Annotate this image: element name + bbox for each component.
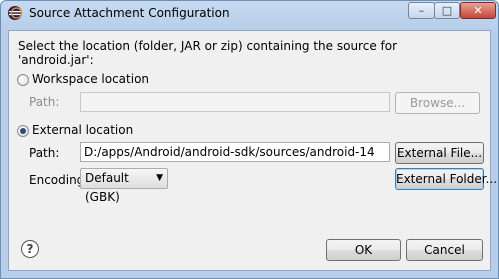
eclipse-icon	[8, 6, 23, 20]
workspace-location-radio[interactable]	[17, 74, 29, 86]
external-location-label[interactable]: External location	[32, 123, 133, 137]
title-bar[interactable]: Source Attachment Configuration – □ ✕	[1, 1, 498, 25]
dialog-window: Source Attachment Configuration – □ ✕ Se…	[0, 0, 499, 279]
encoding-select[interactable]: Default (GBK) ▼	[80, 168, 168, 204]
instruction-text-line1: Select the location (folder, JAR or zip)…	[18, 39, 398, 53]
encoding-select-value: Default (GBK)	[85, 171, 129, 204]
chevron-down-icon: ▼	[156, 173, 163, 183]
help-icon[interactable]: ?	[21, 240, 39, 258]
external-path-label: Path:	[29, 146, 60, 160]
dialog-body: Select the location (folder, JAR or zip)…	[8, 30, 497, 271]
workspace-location-label[interactable]: Workspace location	[32, 72, 149, 86]
external-path-input[interactable]: D:/apps/Android/android-sdk/sources/andr…	[80, 142, 390, 162]
ok-button[interactable]: OK	[326, 239, 401, 261]
instruction-text-line2: 'android.jar':	[18, 53, 94, 67]
workspace-path-label: Path:	[29, 95, 60, 109]
workspace-path-input[interactable]	[80, 92, 390, 112]
external-folder-button[interactable]: External Folder...	[395, 168, 497, 190]
cancel-button[interactable]: Cancel	[406, 239, 483, 261]
browse-button[interactable]: Browse...	[395, 92, 480, 114]
maximize-button[interactable]: □	[434, 2, 460, 19]
minimize-button[interactable]: –	[408, 2, 435, 19]
window-title: Source Attachment Configuration	[29, 6, 230, 20]
external-location-radio[interactable]	[17, 125, 29, 137]
close-button[interactable]: ✕	[460, 2, 496, 19]
external-file-button[interactable]: External File...	[395, 142, 484, 164]
